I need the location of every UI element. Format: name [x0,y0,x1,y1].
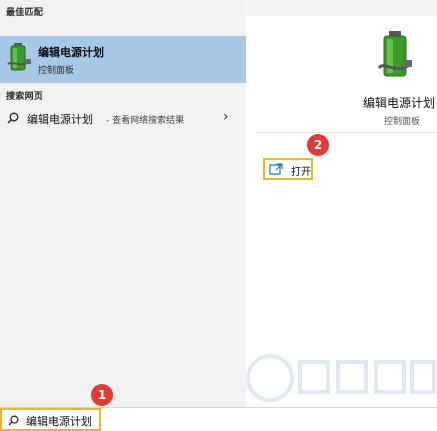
web-search-header: 搜索网页 [6,92,44,102]
step-badge-1: 1 [91,384,113,406]
search-results-panel: 最佳匹配 编辑电源计划 控制面板 搜索网页 编辑电源计划 - 查看网络搜索结果 … [0,0,246,407]
battery-power-plan-icon [7,43,31,71]
search-icon [8,415,19,426]
detail-subtitle: 控制面板 [384,117,421,127]
open-window-icon [269,163,283,175]
web-search-query: 编辑电源计划 [27,113,93,126]
search-input[interactable]: 编辑电源计划 [0,408,101,431]
best-match-subtitle: 控制面板 [38,66,75,76]
divider [257,132,437,133]
taskbar-search-bar: 编辑电源计划 [0,407,437,431]
best-match-header: 最佳匹配 [6,8,44,18]
watermark-logo [246,354,436,402]
battery-power-plan-icon [377,31,412,77]
web-search-description: - 查看网络搜索结果 [106,116,185,126]
open-button[interactable]: 打开 [263,158,313,180]
best-match-title: 编辑电源计划 [38,46,104,59]
chevron-right-icon[interactable]: › [223,109,229,125]
open-label: 打开 [291,167,311,178]
detail-top-band [247,0,437,16]
step-badge-2: 2 [307,134,329,156]
detail-panel: 编辑电源计划 控制面板 2 打开 [246,0,437,407]
best-match-item[interactable]: 编辑电源计划 控制面板 [0,36,246,83]
search-icon [7,112,19,124]
web-search-result[interactable]: 编辑电源计划 - 查看网络搜索结果 › [0,106,246,130]
search-input-value: 编辑电源计划 [26,415,92,428]
detail-title: 编辑电源计划 [363,96,436,110]
